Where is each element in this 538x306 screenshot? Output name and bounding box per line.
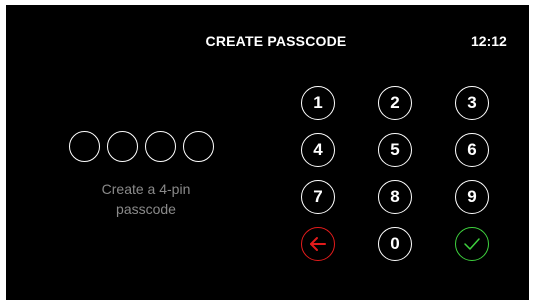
device-screen: CREATE PASSCODE 12:12 Create a 4-pin pas… — [0, 0, 538, 306]
pin-dot — [183, 131, 214, 162]
key-0[interactable]: 0 — [378, 227, 412, 261]
key-5[interactable]: 5 — [378, 133, 412, 167]
key-7[interactable]: 7 — [301, 180, 335, 214]
backspace-button[interactable] — [301, 227, 335, 261]
status-clock: 12:12 — [471, 33, 507, 49]
key-2[interactable]: 2 — [378, 86, 412, 120]
key-6[interactable]: 6 — [455, 133, 489, 167]
key-1[interactable]: 1 — [301, 86, 335, 120]
pin-dot — [69, 131, 100, 162]
passcode-hint: Create a 4-pin passcode — [101, 181, 191, 217]
key-3[interactable]: 3 — [455, 86, 489, 120]
key-9[interactable]: 9 — [455, 180, 489, 214]
left-arrow-icon — [309, 236, 327, 252]
pin-indicator — [69, 131, 229, 164]
pin-dot — [107, 131, 138, 162]
page-title: CREATE PASSCODE — [205, 33, 347, 49]
pin-dot — [145, 131, 176, 162]
checkmark-icon — [463, 236, 481, 252]
key-4[interactable]: 4 — [301, 133, 335, 167]
passcode-panel: CREATE PASSCODE 12:12 Create a 4-pin pas… — [6, 5, 529, 300]
key-8[interactable]: 8 — [378, 180, 412, 214]
confirm-button[interactable] — [455, 227, 489, 261]
